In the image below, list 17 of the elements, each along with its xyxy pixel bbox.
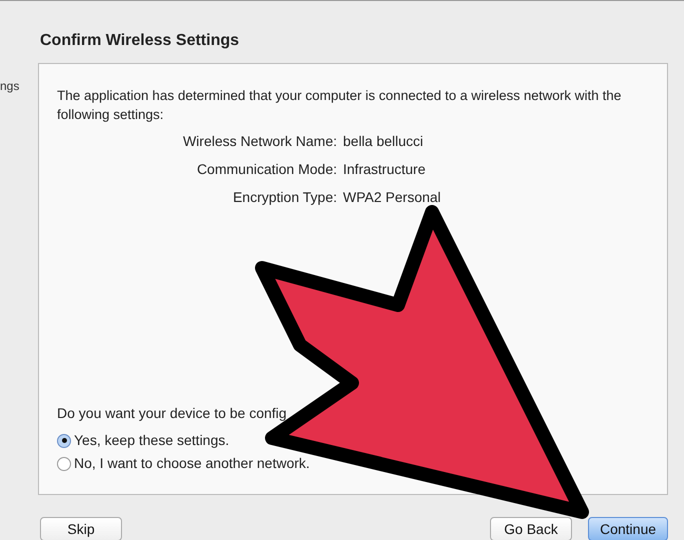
setting-label: Encryption Type: (232, 188, 337, 207)
continue-button[interactable]: Continue (588, 517, 668, 540)
radio-option[interactable]: No, I want to choose another network. (57, 453, 310, 474)
setting-value: Infrastructure (343, 160, 426, 179)
question-text: Do you want your device to be config (57, 404, 287, 423)
intro-text: The application has determined that your computer is connected to a wireless network with the following settings: (57, 87, 622, 124)
setting-value: bella bellucci (343, 132, 424, 151)
setting-value: WPA2 Personal (343, 188, 441, 207)
setting-label: Wireless Network Name: (182, 132, 337, 151)
radio-button[interactable] (57, 434, 71, 448)
radio-option[interactable]: Yes, keep these settings. (57, 430, 230, 451)
dialog-heading: Confirm Wireless Settings (40, 31, 240, 51)
setting-label: Communication Mode: (196, 160, 337, 179)
dialog-button[interactable]: Go Back (490, 517, 572, 540)
dialog-button[interactable]: Skip (40, 517, 122, 540)
sidebar-item[interactable]: ngs (0, 77, 30, 95)
radio-button[interactable] (57, 456, 71, 470)
